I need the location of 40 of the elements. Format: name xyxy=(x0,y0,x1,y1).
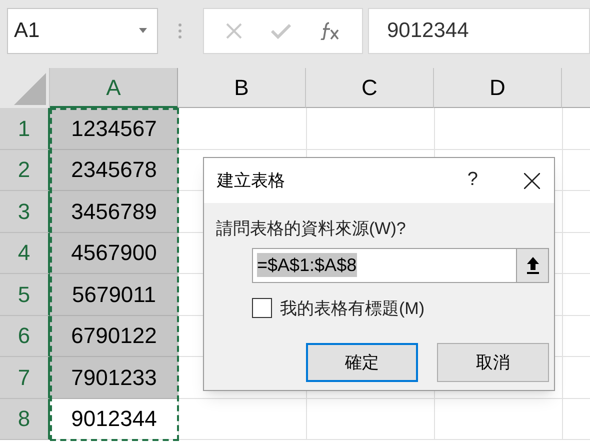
column-header[interactable]: C xyxy=(306,68,434,108)
close-icon[interactable] xyxy=(524,172,540,188)
column-header[interactable]: D xyxy=(434,68,562,108)
row-header[interactable]: 7 xyxy=(0,357,50,398)
range-input-field[interactable]: =$A$1:$A$8 xyxy=(252,248,549,282)
empty-cell xyxy=(562,398,590,440)
row-header[interactable]: 3 xyxy=(0,191,50,232)
column-header[interactable]: A xyxy=(50,68,178,108)
dropdown-caret-icon xyxy=(139,28,147,33)
checkmark-icon[interactable] xyxy=(270,22,291,38)
formula-text: 9012344 xyxy=(387,18,469,44)
table-cell: 5679011 xyxy=(50,274,178,316)
checkbox-label[interactable]: 我的表格有標題(M) xyxy=(280,296,424,321)
row-header[interactable]: 6 xyxy=(0,316,50,357)
empty-cell xyxy=(562,357,590,398)
row-header[interactable]: 8 xyxy=(0,398,50,440)
help-button[interactable]: ? xyxy=(467,166,478,195)
row-header[interactable]: 4 xyxy=(0,232,50,274)
table-cell: 4567900 xyxy=(50,232,178,274)
table-cell: 6790122 xyxy=(50,316,178,357)
row-header[interactable]: 1 xyxy=(0,108,50,150)
table-cell: 3456789 xyxy=(50,191,178,232)
grip-icon xyxy=(178,22,182,38)
row-header[interactable]: 2 xyxy=(0,150,50,191)
formula-bar[interactable]: 9012344 xyxy=(368,8,590,54)
table-cell: 9012344 xyxy=(50,398,178,440)
dialog-title: 建立表格 xyxy=(217,170,286,192)
row-header[interactable]: 5 xyxy=(0,274,50,316)
function-icon[interactable] xyxy=(320,22,340,40)
cell-reference: A1 xyxy=(14,18,40,44)
table-cell: 7901233 xyxy=(50,357,178,398)
checkbox[interactable] xyxy=(252,298,272,318)
table-cell: 1234567 xyxy=(50,108,178,150)
collapse-dialog-icon[interactable] xyxy=(526,256,540,274)
table-cell: 2345678 xyxy=(50,150,178,191)
name-box[interactable]: A1 xyxy=(7,8,158,54)
prompt-text: 請問表格的資料來源(W)? xyxy=(216,218,407,240)
dialog-button[interactable]: 取消 xyxy=(437,343,549,382)
dialog-button[interactable]: 確定 xyxy=(306,343,418,382)
column-header[interactable]: B xyxy=(178,68,306,108)
